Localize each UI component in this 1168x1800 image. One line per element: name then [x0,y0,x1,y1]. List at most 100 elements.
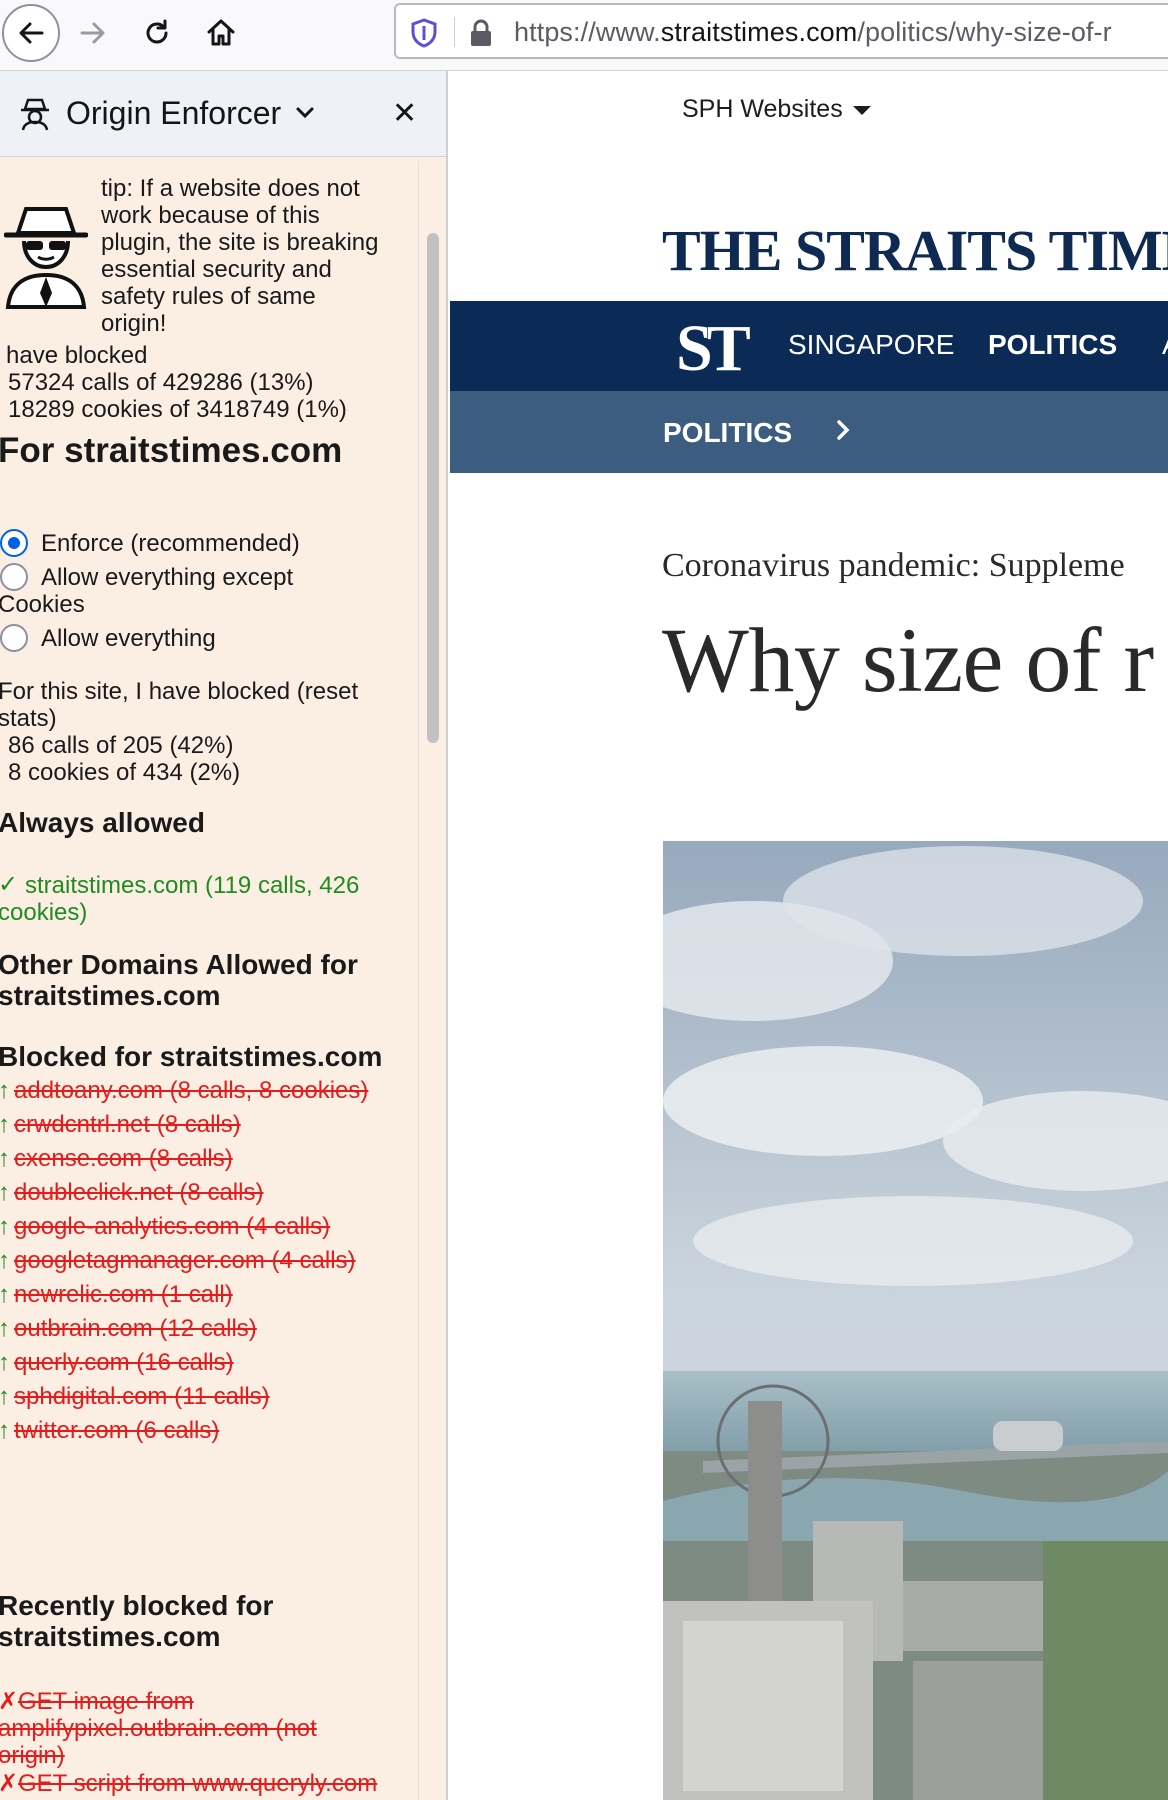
blocked-domain-item[interactable]: crwdcntrl.net (8 calls) [14,1111,241,1138]
chevron-right-icon[interactable] [836,419,850,441]
sub-nav: POLITICS [450,391,1168,473]
sph-websites-label: SPH Websites [682,95,843,123]
nav-item-singapore[interactable]: SINGAPORE [788,329,954,361]
article-kicker[interactable]: Coronavirus pandemic: Suppleme [662,547,1125,585]
blocked-mark: ↑ [0,1281,10,1308]
url-bar[interactable]: https://www.straitstimes.com/politics/wh… [394,3,1168,59]
nav-item-politics[interactable]: POLITICS [988,329,1117,361]
blocked-heading: Blocked for straitstimes.com [0,1041,383,1072]
recent-blocked-item-cont[interactable]: amplifypixel.outbrain.com (not [0,1715,317,1742]
web-page: SPH Websites THE STRAITS TIMES ST SINGAP… [450,71,1168,1800]
blocked-mark: ↑ [0,1145,10,1172]
site-cookies-stat: 8 cookies of 434 (2%) [8,759,241,786]
blocked-mark: ↑ [0,1077,10,1104]
sidebar-scrollbar[interactable] [418,161,446,1800]
nav-item-next[interactable]: A [1162,329,1168,361]
global-cookies-stat: 18289 cookies of 3418749 (1%) [8,396,347,423]
blocked-domain-item[interactable]: google-analytics.com (4 calls) [14,1213,330,1240]
blocked-domain-item[interactable]: googletagmanager.com (4 calls) [14,1247,356,1274]
recent-blocked-item[interactable]: GET image from [18,1688,194,1715]
blocked-mark: ↑ [0,1417,10,1444]
spy-icon [21,98,49,131]
origin-enforcer-sidebar: Origin Enforcer ✕ tip: If a website does… [0,71,448,1800]
url-host: straitstimes.com [660,17,858,47]
st-logo[interactable]: ST [676,311,751,387]
marina-bay-photo [663,841,1168,1800]
spy-logo-icon [4,207,88,309]
browser-toolbar: https://www.straitstimes.com/politics/wh… [0,0,1168,71]
always-allowed-mark: ✓ [0,871,19,898]
reload-icon [146,19,168,44]
article-photo [663,841,1168,1800]
sidebar-title[interactable]: Origin Enforcer [66,95,281,132]
recent-blocked-item[interactable]: GET script from www.queryly.com [18,1770,377,1797]
url-text[interactable]: https://www.straitstimes.com/politics/wh… [514,17,1112,48]
recent-blocked-mark: ✗ [0,1688,19,1715]
tip-line: tip: If a website does not [101,175,360,202]
forward-button[interactable] [64,4,122,62]
back-arrow-icon [19,22,44,44]
recent-blocked-item-cont[interactable]: origin) [0,1742,65,1769]
other-allowed-heading: Other Domains Allowed for [0,949,358,980]
url-separator [454,17,455,47]
back-button[interactable] [2,4,60,62]
chevron-down-icon[interactable] [296,107,314,119]
home-icon [207,19,235,46]
allow-except-cookies-radio[interactable] [0,563,28,591]
allow-everything-label[interactable]: Allow everything [41,625,216,652]
close-icon[interactable]: ✕ [392,99,417,129]
site-calls-stat: 86 calls of 205 (42%) [8,732,234,759]
other-allowed-heading-cont: straitstimes.com [0,980,221,1011]
blocked-domain-item[interactable]: cxense.com (8 calls) [14,1145,233,1172]
tip-line: safety rules of same [101,283,316,310]
recent-heading-cont: straitstimes.com [0,1621,221,1652]
blocked-domain-item[interactable]: sphdigital.com (11 calls) [14,1383,270,1410]
sidebar-header: Origin Enforcer ✕ [0,71,446,157]
blocked-domain-item[interactable]: querly.com (16 calls) [14,1349,234,1376]
main-nav: ST SINGAPORE POLITICS A [450,301,1168,391]
enforce-radio[interactable] [0,529,28,557]
allow-everything-radio[interactable] [0,624,28,652]
blocked-domain-item[interactable]: addtoany.com (8 calls, 8 cookies) [14,1077,368,1104]
url-prefix: https://www. [514,17,661,47]
blocked-mark: ↑ [0,1349,10,1376]
tip-line: work because of this [101,202,320,229]
recent-heading: Recently blocked for [0,1590,274,1621]
recent-blocked-mark: ✗ [0,1770,19,1797]
global-stats-intro: have blocked [6,342,148,369]
site-stats-intro: For this site, I have blocked (reset [0,678,359,705]
reset-stats-link[interactable]: stats) [0,705,57,732]
blocked-mark: ↑ [0,1315,10,1342]
allow-except-label-cont[interactable]: Cookies [0,591,85,618]
tip-line: essential security and [101,256,332,283]
blocked-domain-item[interactable]: twitter.com (6 calls) [14,1417,219,1444]
always-allowed-item[interactable]: straitstimes.com (119 calls, 426 [25,872,359,899]
global-calls-stat: 57324 calls of 429286 (13%) [8,369,314,396]
shield-icon[interactable] [410,18,438,48]
article-headline: Why size of r [662,609,1154,711]
subnav-politics[interactable]: POLITICS [663,417,792,449]
blocked-mark: ↑ [0,1213,10,1240]
scrollbar-thumb[interactable] [427,233,439,743]
sph-websites-dropdown[interactable]: SPH Websites [682,95,871,124]
site-heading: For straitstimes.com [0,431,343,470]
lock-icon[interactable] [468,18,494,48]
caret-down-icon [852,105,871,115]
always-allowed-item-cont[interactable]: cookies) [0,899,87,926]
tip-line: origin! [101,310,167,337]
always-allowed-heading: Always allowed [0,807,205,838]
forward-arrow-icon [80,22,105,44]
allow-except-label[interactable]: Allow everything except [41,564,293,591]
masthead-logo[interactable]: THE STRAITS TIMES [662,217,1168,284]
home-button[interactable] [192,4,250,62]
reload-button[interactable] [128,4,186,62]
blocked-mark: ↑ [0,1179,10,1206]
enforce-label[interactable]: Enforce (recommended) [41,530,300,557]
blocked-mark: ↑ [0,1383,10,1410]
blocked-domain-item[interactable]: outbrain.com (12 calls) [14,1315,257,1342]
blocked-mark: ↑ [0,1247,10,1274]
tip-line: plugin, the site is breaking [101,229,379,256]
blocked-domain-item[interactable]: doubleclick.net (8 calls) [14,1179,263,1206]
blocked-domain-item[interactable]: newrelic.com (1 call) [14,1281,233,1308]
url-path: /politics/why-size-of-r [857,17,1112,47]
